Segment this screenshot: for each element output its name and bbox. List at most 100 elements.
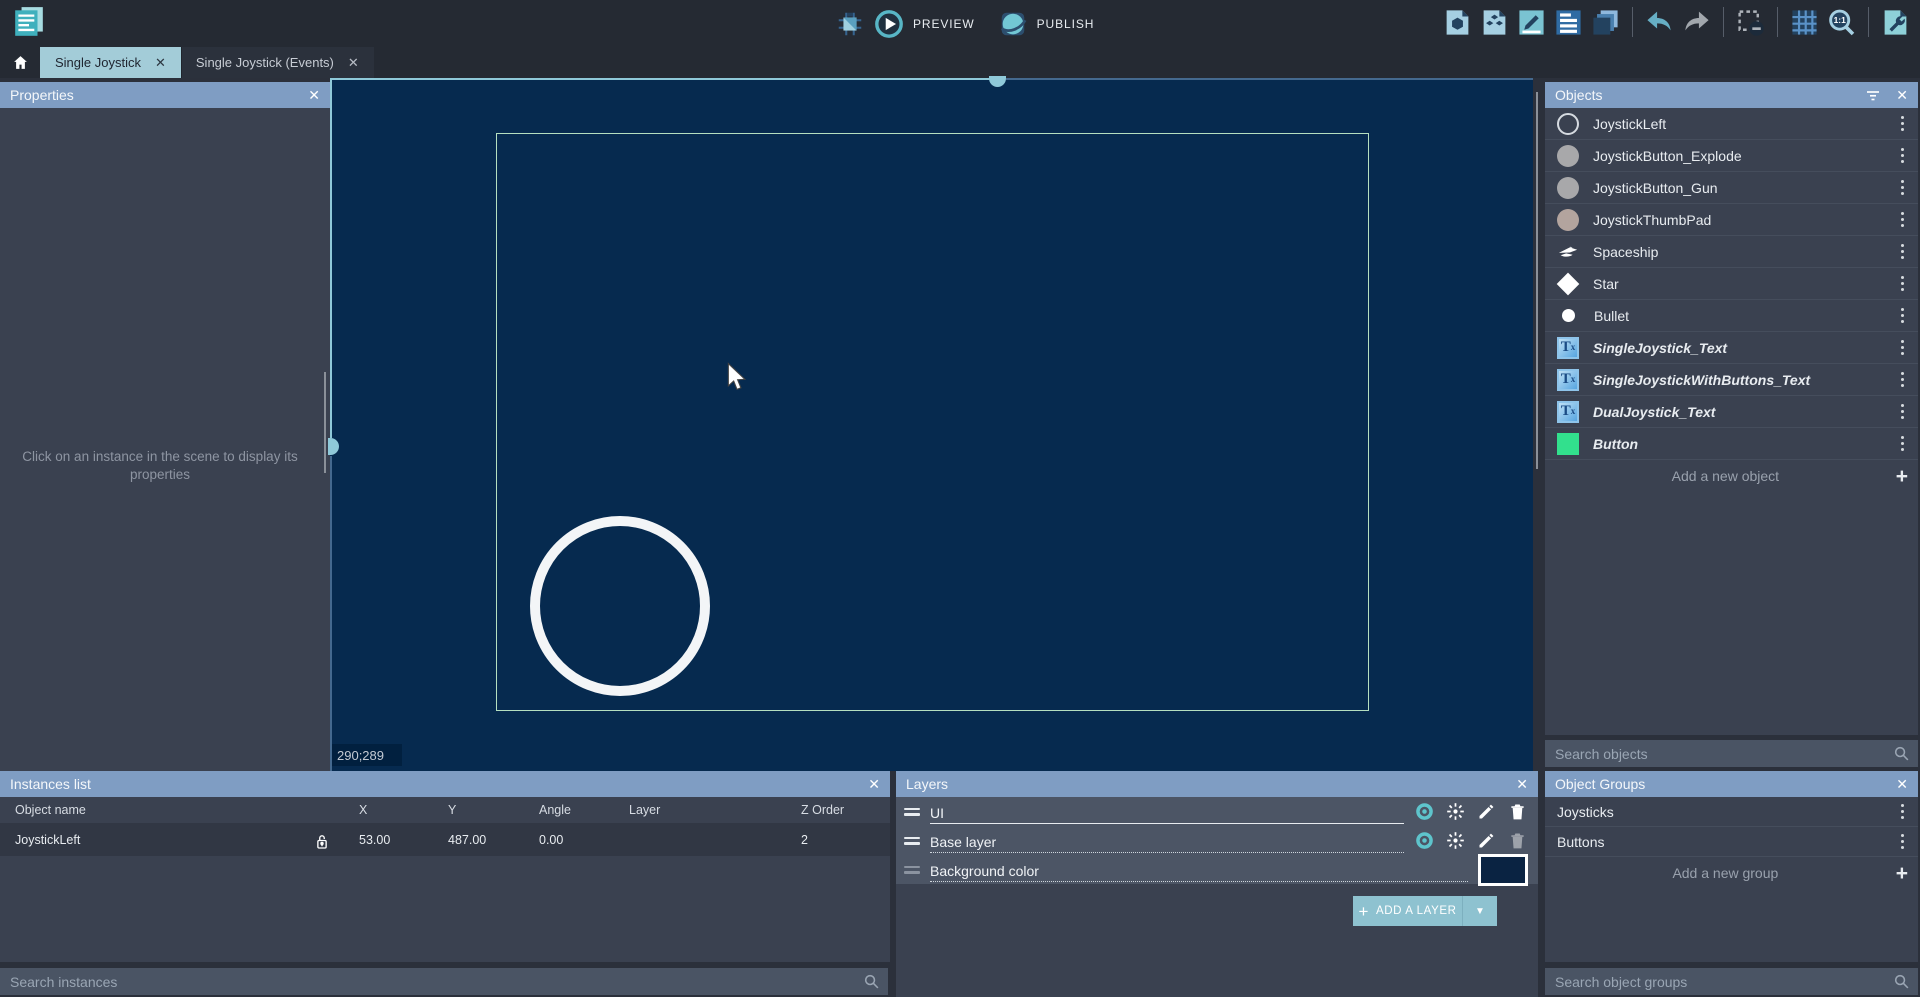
drag-handle-icon[interactable] bbox=[904, 808, 920, 816]
joystick-left-instance[interactable] bbox=[530, 516, 710, 696]
item-menu-icon[interactable] bbox=[1895, 368, 1911, 392]
edit-scene-icon[interactable] bbox=[1517, 8, 1546, 37]
group-item[interactable]: Buttons bbox=[1545, 827, 1918, 857]
preview-play-icon[interactable] bbox=[874, 9, 904, 39]
layer-row[interactable]: UI bbox=[896, 797, 1538, 826]
object-item[interactable]: Tx SingleJoystick_Text bbox=[1545, 332, 1918, 364]
tab-1[interactable]: Single Joystick (Events) ✕ bbox=[181, 47, 374, 78]
delete-trash-icon[interactable] bbox=[1507, 801, 1528, 822]
add-object-label: Add a new object bbox=[1555, 468, 1896, 484]
redo-icon[interactable] bbox=[1682, 8, 1711, 37]
object-item[interactable]: Tx SingleJoystickWithButtons_Text bbox=[1545, 364, 1918, 396]
instances-close-icon[interactable]: ✕ bbox=[868, 777, 880, 791]
group-item[interactable]: Joysticks bbox=[1545, 797, 1918, 827]
canvas-top-scroll-thumb[interactable] bbox=[989, 76, 1006, 87]
item-menu-icon[interactable] bbox=[1895, 304, 1911, 328]
home-tab[interactable] bbox=[0, 47, 40, 78]
open-layers-icon[interactable] bbox=[1591, 8, 1620, 37]
panel-resize-divider[interactable] bbox=[1536, 92, 1538, 469]
properties-close-icon[interactable]: ✕ bbox=[308, 88, 320, 102]
effects-icon[interactable] bbox=[1445, 830, 1466, 851]
item-menu-icon[interactable] bbox=[1895, 112, 1911, 136]
object-item[interactable]: JoystickButton_Explode bbox=[1545, 140, 1918, 172]
edit-pencil-icon[interactable] bbox=[1476, 830, 1497, 851]
object-item[interactable]: JoystickThumbPad bbox=[1545, 204, 1918, 236]
drag-handle-icon[interactable] bbox=[904, 837, 920, 845]
item-menu-icon[interactable] bbox=[1895, 176, 1911, 200]
instances-column-header: Object nameXYAngleLayerZ Order bbox=[0, 797, 890, 823]
canvas-left-scroll-thumb[interactable] bbox=[328, 438, 339, 455]
object-item[interactable]: Spaceship bbox=[1545, 236, 1918, 268]
publish-button[interactable]: PUBLISH bbox=[1037, 17, 1095, 31]
add-layer-button[interactable]: + ADD A LAYER ▼ bbox=[1353, 896, 1497, 926]
edit-scene-variables-icon[interactable] bbox=[1881, 8, 1910, 37]
background-color-row[interactable]: Background color bbox=[896, 855, 1538, 884]
text-object-icon: Tx bbox=[1557, 369, 1579, 391]
object-groups-close-icon[interactable]: ✕ bbox=[1896, 777, 1908, 791]
scene-properties-icon[interactable] bbox=[1554, 8, 1583, 37]
search-objects-input[interactable] bbox=[1553, 745, 1893, 763]
search-instances-input[interactable] bbox=[8, 973, 863, 991]
object-item[interactable]: JoystickLeft bbox=[1545, 108, 1918, 140]
toggle-grid-icon[interactable] bbox=[1790, 8, 1819, 37]
layers-close-icon[interactable]: ✕ bbox=[1516, 777, 1528, 791]
item-menu-icon[interactable] bbox=[1895, 432, 1911, 456]
instance-row[interactable]: JoystickLeft 53.00 487.00 0.00 2 bbox=[0, 823, 890, 856]
add-layer-button-main[interactable]: + ADD A LAYER bbox=[1353, 896, 1462, 926]
lock-icon[interactable] bbox=[313, 833, 331, 852]
item-menu-icon[interactable] bbox=[1895, 208, 1911, 232]
toolbar-separator bbox=[1632, 7, 1633, 37]
debugger-icon[interactable] bbox=[835, 9, 865, 39]
object-name: Spaceship bbox=[1593, 244, 1881, 260]
edit-pencil-icon[interactable] bbox=[1476, 801, 1497, 822]
filter-icon[interactable] bbox=[1864, 86, 1882, 104]
project-manager-icon[interactable] bbox=[12, 5, 46, 41]
visibility-eye-icon[interactable] bbox=[1414, 801, 1435, 822]
background-color-swatch[interactable] bbox=[1478, 854, 1528, 886]
item-menu-icon[interactable] bbox=[1895, 272, 1911, 296]
tab-close-icon[interactable]: ✕ bbox=[155, 55, 166, 71]
add-object-icon[interactable] bbox=[1443, 8, 1472, 37]
item-menu-icon[interactable] bbox=[1895, 336, 1911, 360]
object-groups-panel-title: Object Groups bbox=[1555, 776, 1896, 792]
add-layer-dropdown-arrow[interactable]: ▼ bbox=[1462, 896, 1497, 926]
effects-icon[interactable] bbox=[1445, 801, 1466, 822]
tab-0[interactable]: Single Joystick ✕ bbox=[40, 47, 181, 78]
scene-canvas[interactable]: 290;289 bbox=[330, 78, 1533, 771]
item-menu-icon[interactable] bbox=[1895, 400, 1911, 424]
layer-name-field[interactable]: UI bbox=[930, 800, 1404, 824]
item-menu-icon[interactable] bbox=[1895, 144, 1911, 168]
add-group-row[interactable]: Add a new group + bbox=[1545, 857, 1918, 889]
item-menu-icon[interactable] bbox=[1895, 830, 1911, 854]
object-item[interactable]: Star bbox=[1545, 268, 1918, 300]
layer-row[interactable]: Base layer bbox=[896, 826, 1538, 855]
objects-close-icon[interactable]: ✕ bbox=[1896, 88, 1908, 102]
tab-close-icon[interactable]: ✕ bbox=[348, 55, 359, 71]
instance-angle: 0.00 bbox=[539, 833, 563, 847]
column-header: Angle bbox=[539, 803, 571, 817]
zoom-original-icon[interactable]: 1:1 bbox=[1827, 8, 1856, 37]
group-name: Joysticks bbox=[1557, 804, 1895, 820]
visibility-eye-icon[interactable] bbox=[1414, 830, 1435, 851]
delete-selection-icon[interactable] bbox=[1736, 8, 1765, 37]
item-menu-icon[interactable] bbox=[1895, 240, 1911, 264]
add-objects-group-icon[interactable] bbox=[1480, 8, 1509, 37]
object-item[interactable]: Tx DualJoystick_Text bbox=[1545, 396, 1918, 428]
cursor-coordinates: 290;289 bbox=[332, 744, 402, 766]
canvas-scrollbar-track-left[interactable] bbox=[324, 372, 326, 473]
toolbar-separator bbox=[1777, 7, 1778, 37]
object-item[interactable]: Bullet bbox=[1545, 300, 1918, 332]
object-name: JoystickThumbPad bbox=[1593, 212, 1881, 228]
object-item[interactable]: Button bbox=[1545, 428, 1918, 460]
search-object-groups-input[interactable] bbox=[1553, 973, 1893, 991]
text-object-icon: Tx bbox=[1557, 401, 1579, 423]
delete-trash-icon[interactable] bbox=[1507, 830, 1528, 851]
publish-planet-icon[interactable] bbox=[998, 9, 1028, 39]
item-menu-icon[interactable] bbox=[1895, 800, 1911, 824]
undo-icon[interactable] bbox=[1645, 8, 1674, 37]
object-item[interactable]: JoystickButton_Gun bbox=[1545, 172, 1918, 204]
object-name: Button bbox=[1593, 436, 1881, 452]
preview-button[interactable]: PREVIEW bbox=[913, 17, 975, 31]
layer-name-field[interactable]: Base layer bbox=[930, 829, 1404, 853]
add-object-row[interactable]: Add a new object + bbox=[1545, 460, 1918, 492]
